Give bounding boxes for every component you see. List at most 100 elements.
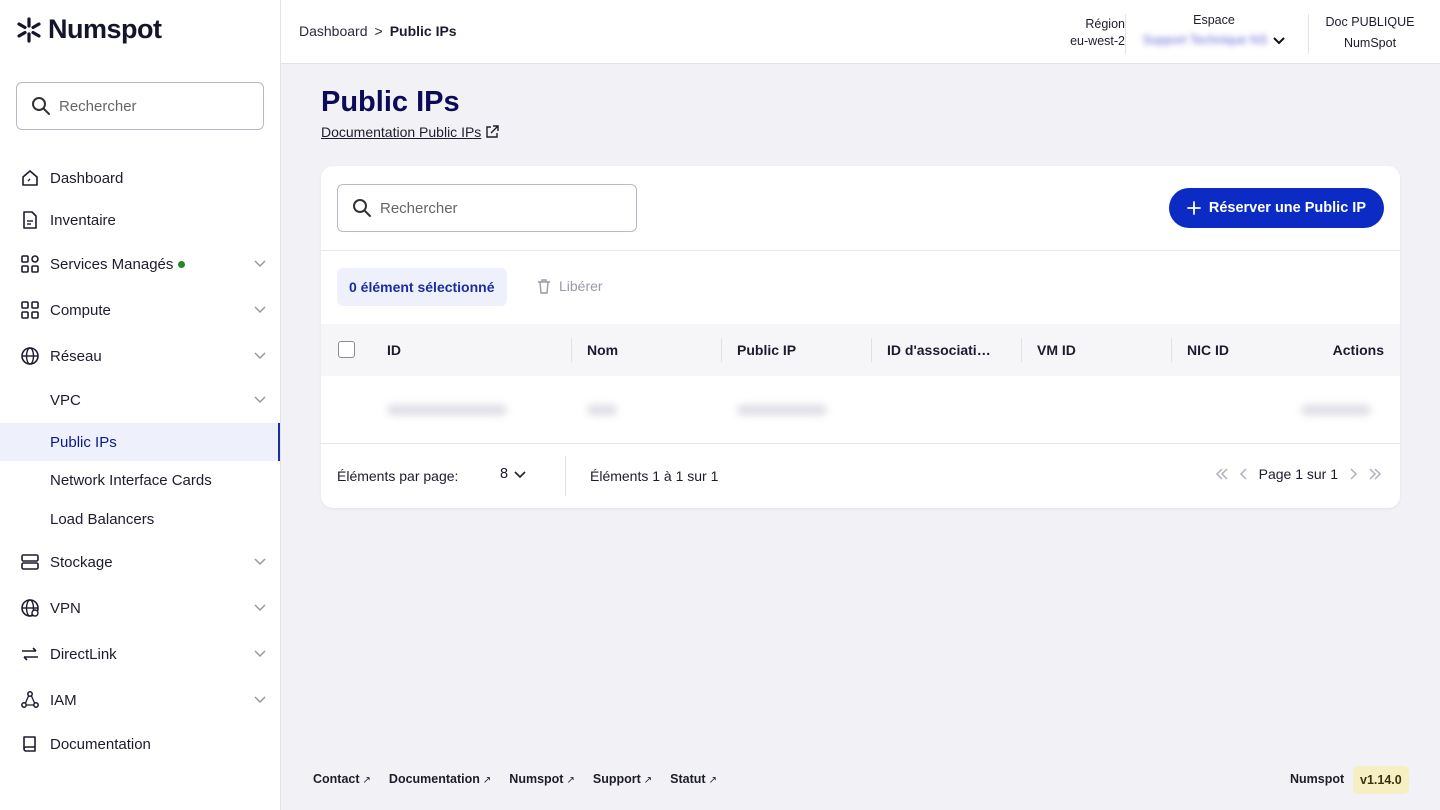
toolbar-divider [321,250,1400,251]
chevron-down-icon [254,558,266,566]
sidebar-item-directlink[interactable]: DirectLink [0,635,280,673]
topbar-divider [1308,14,1309,54]
column-divider [571,338,572,362]
sidebar-item-inventaire[interactable]: Inventaire [0,201,280,239]
numspot-logo[interactable]: Numspot [16,14,162,45]
column-header-vm-id[interactable]: VM ID [1037,324,1076,376]
documentation-link-label: Documentation Public IPs [321,124,482,140]
sidebar: Numspot Dashboard Inventaire Services Ma… [0,0,281,810]
sidebar-item-iam[interactable]: IAM [0,681,280,719]
range-text: Éléments 1 à 1 sur 1 [590,468,719,484]
version-badge: v1.14.0 [1353,766,1409,794]
sidebar-item-label: Inventaire [50,211,116,229]
doc-publique-menu[interactable]: Doc PUBLIQUE NumSpot [1317,12,1423,54]
table-search[interactable] [337,184,637,232]
org-name: NumSpot [1343,36,1397,50]
sidebar-item-vpc[interactable]: VPC [0,381,280,419]
last-page-icon[interactable] [1368,468,1382,480]
sidebar-item-label: Réseau [50,347,102,365]
espace-selector[interactable]: Espace Support Technique NS [1139,13,1289,47]
sidebar-item-label: Stockage [50,553,113,571]
column-header-nic-id[interactable]: NIC ID [1187,324,1229,376]
sidebar-item-label: Services Managés [50,255,174,273]
column-divider [721,338,722,362]
footer-link-support[interactable]: Support ↗ [593,772,652,786]
pagination-bar: Éléments par page: 8 Éléments 1 à 1 sur … [321,443,1400,508]
page-title: Public IPs [321,86,460,118]
storage-icon [20,552,40,572]
per-page-label: Éléments par page: [337,468,459,484]
documentation-link[interactable]: Documentation Public IPs [321,124,500,140]
column-header-actions: Actions [1332,342,1384,358]
region-selector[interactable]: Région eu-west-2 [1021,0,1125,64]
grid-icon [20,300,40,320]
footer-link-numspot[interactable]: Numspot ↗ [509,772,575,786]
footer-link-label: Contact [313,772,360,786]
espace-label: Espace [1193,13,1235,27]
previous-page-icon[interactable] [1239,468,1249,480]
column-header-nom[interactable]: Nom [587,324,618,376]
sidebar-item-compute[interactable]: Compute [0,291,280,329]
sidebar-item-label: VPN [50,599,81,617]
sidebar-item-reseau[interactable]: Réseau [0,337,280,375]
external-arrow-icon: ↗ [482,775,492,786]
plus-icon [1186,201,1201,215]
reserve-public-ip-button[interactable]: Réserver une Public IP [1168,188,1384,228]
sidebar-item-stockage[interactable]: Stockage [0,543,280,581]
column-header-association-id[interactable]: ID d'associati… [887,324,991,376]
sidebar-item-load-balancers[interactable]: Load Balancers [0,500,280,538]
sidebar-item-label: Compute [50,301,111,319]
column-header-public-ip[interactable]: Public IP [737,324,796,376]
region-value: eu-west-2 [1070,34,1125,48]
sidebar-item-label: Dashboard [50,169,124,187]
select-all-checkbox[interactable] [338,341,355,358]
search-icon [353,199,371,217]
row-actions-menu[interactable] [1301,405,1371,415]
next-page-icon[interactable] [1348,468,1358,480]
per-page-value: 8 [500,466,509,482]
sidebar-item-label: Documentation [50,735,151,753]
topbar: Dashboard > Public IPs Région eu-west-2 … [281,0,1440,64]
footer-link-contact[interactable]: Contact ↗ [313,772,371,786]
sidebar-item-label: Network Interface Cards [50,471,212,489]
public-ips-card: Réserver une Public IP 0 élément sélecti… [321,166,1400,508]
external-arrow-icon: ↗ [566,775,575,786]
services-icon [20,254,40,274]
sidebar-item-public-ips[interactable]: Public IPs [0,423,280,461]
breadcrumb-separator: > [374,23,383,39]
first-page-icon[interactable] [1215,468,1229,480]
external-arrow-icon: ↗ [643,775,653,786]
breadcrumb-parent-link[interactable]: Dashboard [299,23,368,39]
footer-link-label: Support [592,772,641,786]
redacted-name-cell [587,405,617,415]
sidebar-search[interactable] [16,82,264,130]
brand-name: Numspot [48,14,162,44]
sidebar-search-input[interactable] [59,97,239,115]
doc-publique-label: Doc PUBLIQUE [1325,15,1415,29]
external-arrow-icon: ↗ [362,775,371,786]
breadcrumb-current: Public IPs [389,23,457,39]
table-search-input[interactable] [380,199,620,217]
sidebar-item-label: DirectLink [50,645,117,663]
redacted-id-cell [387,405,507,415]
sidebar-item-documentation[interactable]: Documentation [0,725,280,763]
sidebar-item-services-manages[interactable]: Services Managés [0,245,280,283]
per-page-select[interactable]: 8 [500,466,526,482]
column-header-id[interactable]: ID [387,324,401,376]
home-icon [20,168,40,188]
release-button[interactable]: Libérer [537,278,603,294]
table-row[interactable] [321,376,1400,442]
chevron-down-icon [514,471,526,479]
region-label: Région [1085,17,1125,31]
topbar-divider [1125,14,1126,54]
footer-link-documentation[interactable]: Documentation ↗ [389,772,491,786]
vpn-globe-icon [20,598,40,618]
pager: Page 1 sur 1 [1215,466,1382,482]
selection-count: 0 élément sélectionné [337,268,507,306]
sidebar-item-dashboard[interactable]: Dashboard [0,159,280,197]
directlink-icon [20,644,40,664]
chevron-down-icon [254,650,266,658]
sidebar-item-network-interface-cards[interactable]: Network Interface Cards [0,461,280,499]
sidebar-item-vpn[interactable]: VPN [0,589,280,627]
footer-link-statut[interactable]: Statut ↗ [670,772,717,786]
